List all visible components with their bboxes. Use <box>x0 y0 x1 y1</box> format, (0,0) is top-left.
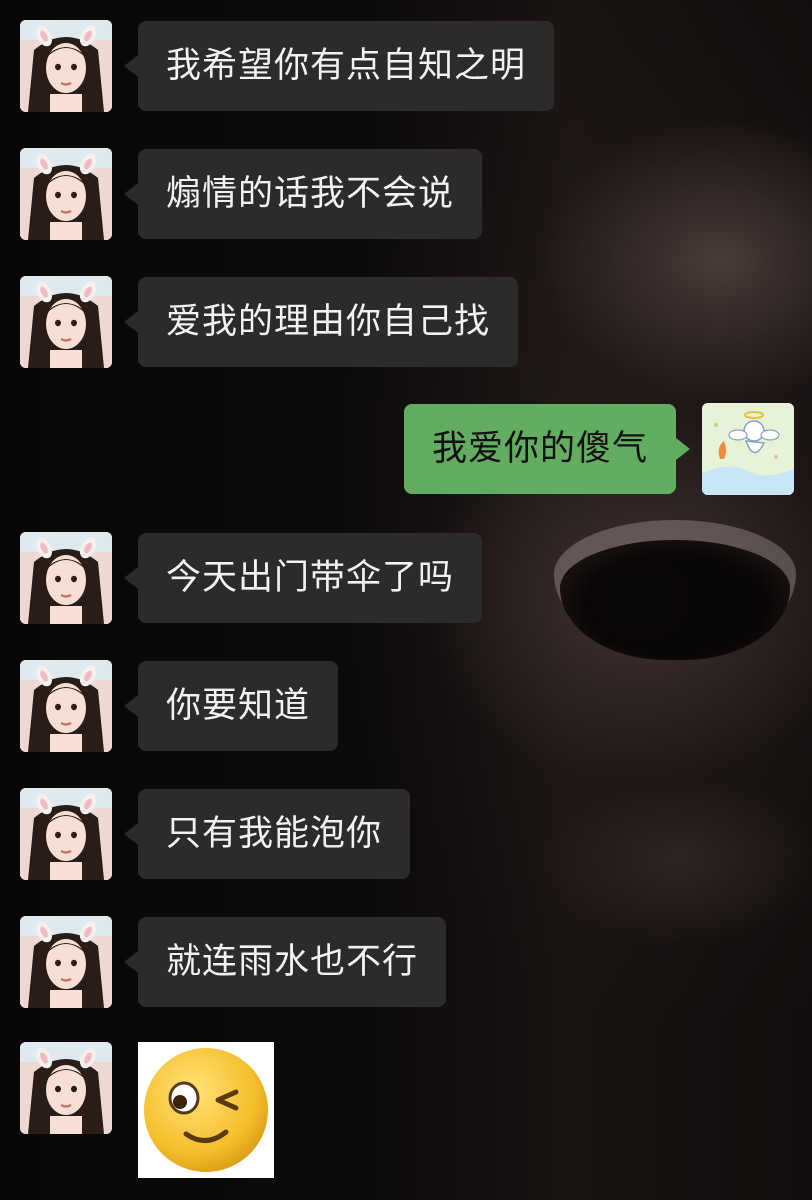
message-row: 只有我能泡你 <box>20 788 411 880</box>
message-bubble[interactable]: 我希望你有点自知之明 <box>123 21 555 111</box>
contact-avatar[interactable] <box>20 1042 112 1134</box>
message-bubble-sent[interactable]: 我爱你的傻气 <box>403 404 691 494</box>
angel-avatar-icon <box>702 403 794 495</box>
message-bubble[interactable]: 只有我能泡你 <box>123 789 411 879</box>
message-bubble[interactable]: 你要知道 <box>123 661 339 751</box>
message-bubble[interactable]: 煽情的话我不会说 <box>123 149 483 239</box>
message-row: 煽情的话我不会说 <box>20 148 483 240</box>
winking-smiley-icon <box>144 1048 268 1172</box>
message-row <box>20 1042 274 1178</box>
contact-avatar[interactable] <box>20 916 112 1008</box>
message-row: 我爱你的傻气 <box>403 403 794 495</box>
message-bubble[interactable]: 今天出门带伞了吗 <box>123 533 483 623</box>
message-bubble[interactable]: 就连雨水也不行 <box>123 917 447 1007</box>
contact-avatar[interactable] <box>20 660 112 752</box>
sticker-message[interactable] <box>138 1042 274 1178</box>
self-avatar[interactable] <box>702 403 794 495</box>
message-row: 就连雨水也不行 <box>20 916 447 1008</box>
contact-avatar[interactable] <box>20 20 112 112</box>
message-row: 爱我的理由你自己找 <box>20 276 519 368</box>
message-row: 我希望你有点自知之明 <box>20 20 555 112</box>
message-row: 你要知道 <box>20 660 339 752</box>
contact-avatar[interactable] <box>20 148 112 240</box>
contact-avatar[interactable] <box>20 276 112 368</box>
contact-avatar[interactable] <box>20 788 112 880</box>
message-row: 今天出门带伞了吗 <box>20 532 483 624</box>
message-bubble[interactable]: 爱我的理由你自己找 <box>123 277 519 367</box>
contact-avatar[interactable] <box>20 532 112 624</box>
